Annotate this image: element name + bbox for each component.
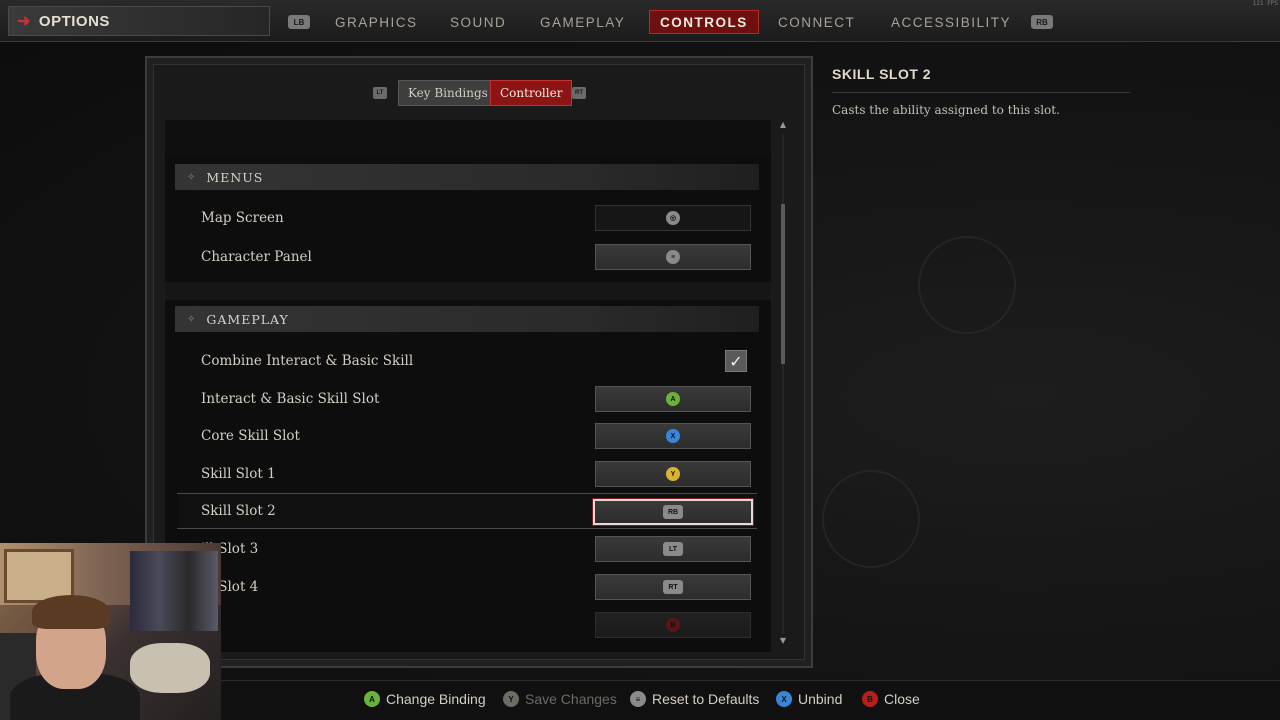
subtab-key-bindings[interactable]: Key Bindings (398, 80, 498, 106)
hint-save-changes[interactable]: Y Save Changes (503, 691, 617, 707)
binding-row-map-screen[interactable]: Map Screen ◎ (177, 200, 757, 236)
hint-close[interactable]: B Close (862, 691, 920, 707)
hint-label: Close (884, 691, 920, 707)
rb-button-hint-icon: RB (1031, 15, 1053, 29)
webcam-pillow (130, 643, 210, 693)
lt-button-glyph-icon: LT (663, 542, 683, 556)
binding-row-combine-interact[interactable]: Combine Interact & Basic Skill ✓ (177, 343, 757, 379)
view-button-glyph-icon: ◎ (666, 211, 680, 225)
options-emblem-icon: ➜ (17, 13, 31, 30)
streamer-webcam-overlay (0, 543, 221, 720)
binding-row-skill-slot-4[interactable]: ill Slot 4 RT (177, 569, 757, 605)
section-title: MENUS (206, 169, 264, 185)
scroll-down-arrow-icon[interactable]: ▼ (778, 636, 788, 646)
tab-gameplay[interactable]: GAMEPLAY (530, 10, 635, 34)
bindings-list[interactable]: ✧ MENUS Map Screen ◎ Character Panel ≡ ✧… (165, 120, 771, 652)
description-text: Casts the ability assigned to this slot. (832, 103, 1060, 117)
binding-label: Interact & Basic Skill Slot (201, 391, 380, 407)
a-button-icon: A (364, 691, 380, 707)
background-sigil-ring (918, 236, 1016, 334)
list-top-spacer (165, 120, 771, 156)
binding-row-core-skill[interactable]: Core Skill Slot X (177, 418, 757, 454)
description-title: SKILL SLOT 2 (832, 66, 932, 82)
fps-counter: 121 FPS (1252, 0, 1278, 7)
hint-label: Unbind (798, 691, 843, 707)
lt-button-hint-icon: LT (373, 87, 387, 99)
x-button-icon: X (776, 691, 792, 707)
y-button-glyph-icon: Y (666, 467, 680, 481)
hint-unbind[interactable]: X Unbind (776, 691, 842, 707)
section-diamond-icon: ✧ (187, 313, 197, 325)
scroll-thumb[interactable] (781, 204, 785, 364)
binding-button-map-screen[interactable]: ◎ (595, 205, 751, 231)
controls-subtabs: LT Key Bindings Controller RT (147, 80, 811, 106)
binding-row-skill-slot-3[interactable]: ill Slot 3 LT (177, 531, 757, 567)
scroll-up-arrow-icon[interactable]: ▲ (778, 120, 788, 130)
binding-button-skill-slot-1[interactable]: Y (595, 461, 751, 487)
binding-button-character-panel[interactable]: ≡ (595, 244, 751, 270)
hint-reset-defaults[interactable]: ≡ Reset to Defaults (630, 691, 759, 707)
options-title: OPTIONS (38, 12, 110, 30)
tab-accessibility[interactable]: ACCESSIBILITY (881, 10, 1021, 34)
rt-button-glyph-icon: RT (663, 580, 683, 594)
b-button-icon: B (862, 691, 878, 707)
binding-row-mode[interactable]: de B (177, 607, 757, 643)
binding-button-skill-slot-3[interactable]: LT (595, 536, 751, 562)
binding-label: Character Panel (201, 249, 312, 265)
checkmark-icon: ✓ (729, 351, 743, 371)
binding-label: Skill Slot 1 (201, 466, 276, 482)
binding-button-core-skill[interactable]: X (595, 423, 751, 449)
binding-row-skill-slot-2[interactable]: Skill Slot 2 RB (177, 493, 757, 529)
tab-sound[interactable]: SOUND (440, 10, 516, 34)
lb-button-hint-icon: LB (288, 15, 310, 29)
hint-label: Reset to Defaults (652, 691, 760, 707)
tab-controls[interactable]: CONTROLS (649, 10, 759, 34)
combine-interact-checkbox[interactable]: ✓ (725, 350, 747, 372)
section-menus: ✧ MENUS Map Screen ◎ Character Panel ≡ (165, 156, 771, 282)
list-scrollbar[interactable]: ▲ ▼ (778, 120, 788, 648)
hint-change-binding[interactable]: A Change Binding (364, 691, 486, 707)
rt-button-hint-icon: RT (572, 87, 586, 99)
binding-row-interact-basic-skill[interactable]: Interact & Basic Skill Slot A (177, 381, 757, 417)
tab-connect[interactable]: CONNECT (768, 10, 865, 34)
x-button-glyph-icon: X (666, 429, 680, 443)
binding-row-character-panel[interactable]: Character Panel ≡ (177, 239, 757, 275)
binding-button-mode[interactable]: B (595, 612, 751, 638)
hint-label: Change Binding (386, 691, 486, 707)
binding-label: Core Skill Slot (201, 428, 300, 444)
b-button-glyph-icon: B (666, 618, 680, 632)
binding-button-skill-slot-4[interactable]: RT (595, 574, 751, 600)
rb-button-glyph-icon: RB (663, 505, 683, 519)
binding-label: Map Screen (201, 210, 284, 226)
top-navigation-bar: ➜ OPTIONS LB GRAPHICS SOUND GAMEPLAY CON… (0, 0, 1280, 42)
section-header-menus: ✧ MENUS (175, 164, 759, 190)
description-divider (832, 92, 1130, 93)
menu-button-glyph-icon: ≡ (666, 250, 680, 264)
tab-graphics[interactable]: GRAPHICS (325, 10, 428, 34)
a-button-glyph-icon: A (666, 392, 680, 406)
webcam-hanging-clothes (130, 551, 218, 631)
section-diamond-icon: ✧ (187, 171, 197, 183)
webcam-person-hair (32, 595, 110, 629)
binding-label: Combine Interact & Basic Skill (201, 353, 414, 369)
menu-button-icon: ≡ (630, 691, 646, 707)
section-title: GAMEPLAY (206, 311, 289, 327)
hint-label: Save Changes (525, 691, 617, 707)
controls-panel: LT Key Bindings Controller RT ✧ MENUS Ma… (145, 56, 813, 668)
binding-button-interact-basic-skill[interactable]: A (595, 386, 751, 412)
binding-row-skill-slot-1[interactable]: Skill Slot 1 Y (177, 456, 757, 492)
background-sigil-ring (822, 470, 920, 568)
subtab-controller[interactable]: Controller (490, 80, 573, 106)
binding-button-skill-slot-2[interactable]: RB (593, 499, 753, 525)
binding-label: Skill Slot 2 (201, 503, 276, 519)
section-header-gameplay: ✧ GAMEPLAY (175, 306, 759, 332)
y-button-icon: Y (503, 691, 519, 707)
options-title-plate: ➜ OPTIONS (8, 6, 270, 36)
section-gameplay: ✧ GAMEPLAY Combine Interact & Basic Skil… (165, 300, 771, 652)
